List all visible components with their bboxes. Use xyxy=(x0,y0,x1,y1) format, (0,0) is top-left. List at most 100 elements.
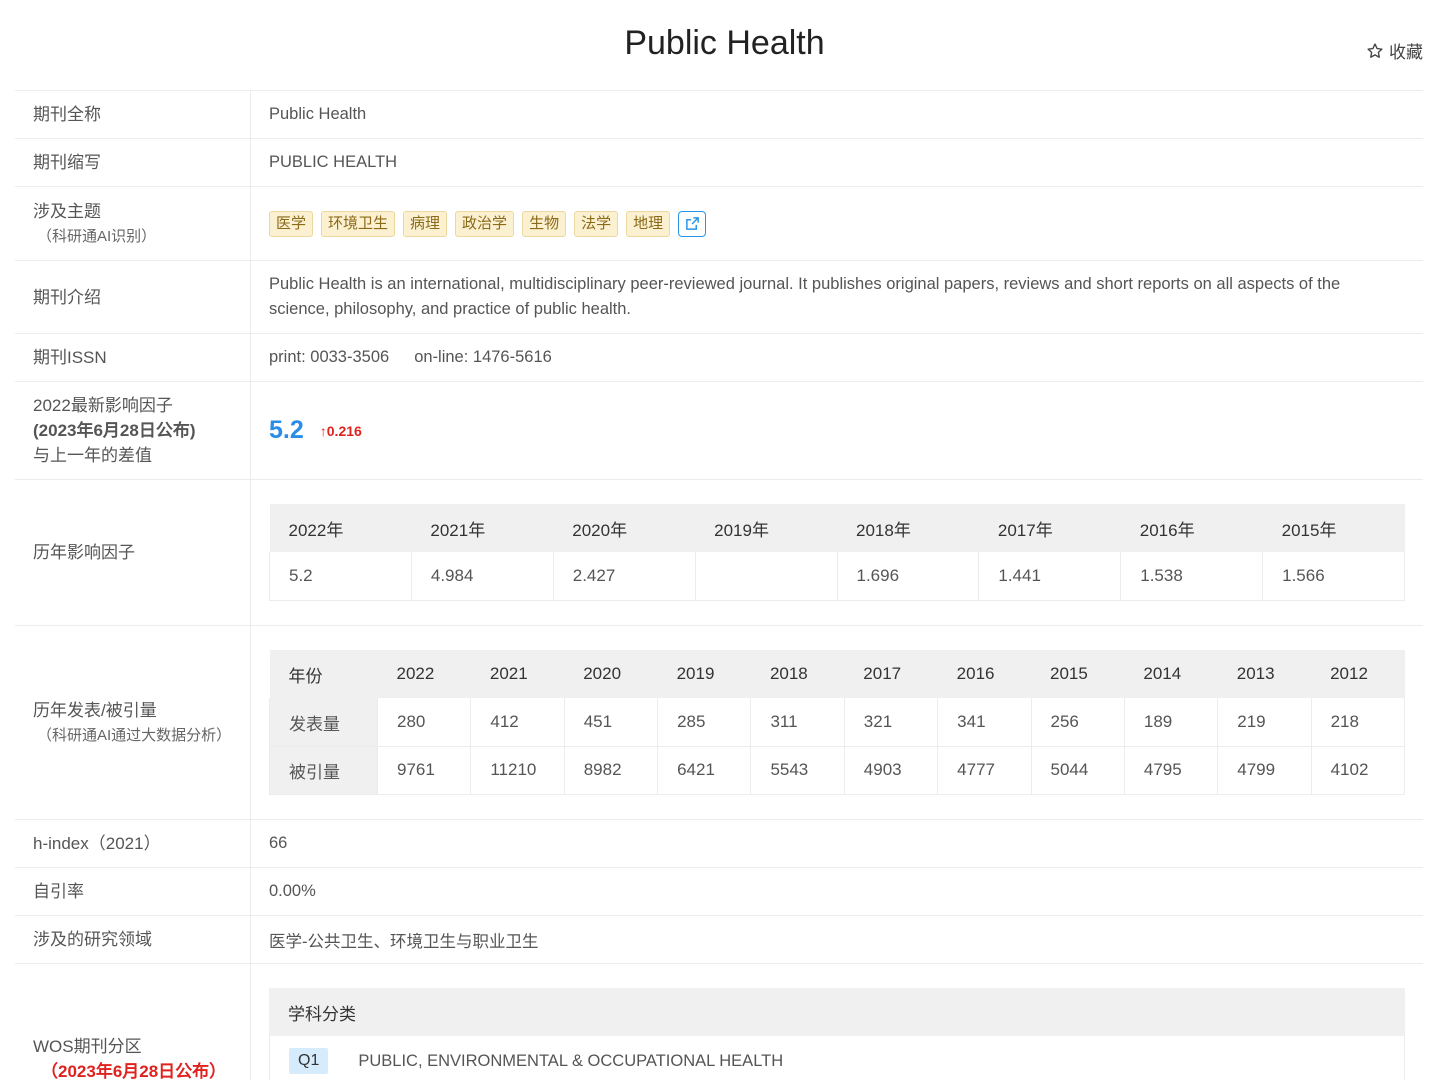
if-year: 2021年 xyxy=(411,504,554,553)
impact-label-diff: 与上一年的差值 xyxy=(33,446,152,465)
hindex-label: h-index（2021） xyxy=(15,820,251,867)
pubs-year: 2020 xyxy=(564,650,658,699)
if-value: 4.984 xyxy=(410,552,554,601)
pubs-label: 历年发表/被引量 xyxy=(33,700,157,720)
history-if-header-row: 2022年 2021年 2020年 2019年 2018年 2017年 2016… xyxy=(269,504,1405,553)
wos-label-cell: WOS期刊分区 （2023年6月28日公布） xyxy=(15,964,251,1080)
row-abbr: 期刊缩写 PUBLIC HEALTH xyxy=(15,139,1423,187)
if-year: 2015年 xyxy=(1262,504,1405,553)
if-year: 2020年 xyxy=(553,504,696,553)
topic-tag[interactable]: 医学 xyxy=(269,210,314,237)
row-impact: 2022最新影响因子 (2023年6月28日公布) 与上一年的差值 5.2 ↑0… xyxy=(15,382,1423,480)
topics-sub-label: （科研通AI识别） xyxy=(37,227,157,245)
row-issn: 期刊ISSN print: 0033-3506 on-line: 1476-56… xyxy=(15,334,1423,382)
pubs-year: 2021 xyxy=(470,650,565,699)
impact-label-cell: 2022最新影响因子 (2023年6月28日公布) 与上一年的差值 xyxy=(15,382,251,479)
pubs-year: 2019 xyxy=(657,650,751,699)
topic-tag[interactable]: 地理 xyxy=(626,210,671,237)
row-wos: WOS期刊分区 （2023年6月28日公布） 学科分类 Q1 PUBLIC, E… xyxy=(15,964,1423,1080)
external-link-button[interactable] xyxy=(678,210,707,237)
published-count: 280 xyxy=(376,698,471,747)
cited-row-header: 被引量 xyxy=(269,746,378,795)
abbr-value: PUBLIC HEALTH xyxy=(269,153,398,171)
cited-count: 4102 xyxy=(1310,746,1406,795)
favorite-button[interactable]: 收藏 xyxy=(1366,38,1423,63)
history-if-cell: 2022年 2021年 2020年 2019年 2018年 2017年 2016… xyxy=(251,480,1423,625)
row-topics: 涉及主题 （科研通AI识别） 医学 环境卫生 病理 政治学 生物 法学 地理 xyxy=(15,187,1423,261)
impact-label-year: 2022最新影响因子 xyxy=(33,396,173,415)
self-cite-label: 自引率 xyxy=(15,868,251,915)
published-count: 311 xyxy=(750,698,845,747)
row-intro: 期刊介绍 Public Health is an international, … xyxy=(15,261,1423,334)
topic-tags: 医学 环境卫生 病理 政治学 生物 法学 地理 xyxy=(269,210,707,237)
topic-tag[interactable]: 病理 xyxy=(403,210,448,237)
fields-label: 涉及的研究领域 xyxy=(15,916,251,963)
topic-tag[interactable]: 生物 xyxy=(522,210,567,237)
pubs-year: 2018 xyxy=(750,650,845,699)
wos-category-row: Q1 PUBLIC, ENVIRONMENTAL & OCCUPATIONAL … xyxy=(269,1036,1405,1080)
cited-count: 4795 xyxy=(1123,746,1218,795)
row-fields: 涉及的研究领域 医学-公共卫生、环境卫生与职业卫生 xyxy=(15,916,1423,964)
wos-table: 学科分类 Q1 PUBLIC, ENVIRONMENTAL & OCCUPATI… xyxy=(269,988,1405,1080)
published-count: 341 xyxy=(937,698,1032,747)
topics-label-cell: 涉及主题 （科研通AI识别） xyxy=(15,187,251,260)
impact-factor-delta: ↑0.216 xyxy=(319,422,362,439)
pubs-cell: 年份 2022 2021 2020 2019 2018 2017 2016 20… xyxy=(251,626,1423,819)
pubs-sub-label: （科研通AI通过大数据分析） xyxy=(37,726,232,744)
cited-count: 5543 xyxy=(750,746,845,795)
published-count: 451 xyxy=(563,698,658,747)
published-count: 321 xyxy=(843,698,938,747)
row-history-if: 历年影响因子 2022年 2021年 2020年 2019年 2018年 201… xyxy=(15,480,1423,626)
fields-value: 医学-公共卫生、环境卫生与职业卫生 xyxy=(269,932,539,951)
pubs-label-cell: 历年发表/被引量 （科研通AI通过大数据分析） xyxy=(15,626,251,819)
issn-online: on-line: 1476-5616 xyxy=(414,348,552,366)
journal-info-table: 期刊全称 Public Health 期刊缩写 PUBLIC HEALTH 涉及… xyxy=(15,90,1423,1080)
pubs-header-row: 年份 2022 2021 2020 2019 2018 2017 2016 20… xyxy=(269,650,1405,699)
pubs-year: 2022 xyxy=(377,650,471,699)
intro-text: Public Health is an international, multi… xyxy=(269,275,1341,318)
cited-count: 9761 xyxy=(376,746,471,795)
abbr-label: 期刊缩写 xyxy=(15,139,251,186)
wos-cell: 学科分类 Q1 PUBLIC, ENVIRONMENTAL & OCCUPATI… xyxy=(251,964,1423,1080)
impact-label-date: (2023年6月28日公布) xyxy=(33,421,196,440)
issn-label: 期刊ISSN xyxy=(15,334,251,381)
wos-category: PUBLIC, ENVIRONMENTAL & OCCUPATIONAL HEA… xyxy=(358,1051,784,1070)
published-count: 219 xyxy=(1217,698,1312,747)
issn-print: print: 0033-3506 xyxy=(269,348,390,366)
pubs-year: 2015 xyxy=(1031,650,1125,699)
published-count: 285 xyxy=(657,698,751,747)
page-header: Public Health 收藏 xyxy=(0,0,1449,90)
self-cite-value: 0.00% xyxy=(269,882,316,900)
if-value: 1.441 xyxy=(978,552,1121,601)
cited-count: 8982 xyxy=(563,746,658,795)
topic-tag[interactable]: 法学 xyxy=(574,210,619,237)
history-if-label: 历年影响因子 xyxy=(15,480,251,625)
published-count: 218 xyxy=(1310,698,1406,747)
if-year: 2016年 xyxy=(1120,504,1263,553)
published-count: 256 xyxy=(1030,698,1125,747)
cited-count: 5044 xyxy=(1030,746,1125,795)
topics-value: 医学 环境卫生 病理 政治学 生物 法学 地理 xyxy=(251,187,1423,260)
cited-count: 4777 xyxy=(937,746,1032,795)
topic-tag[interactable]: 政治学 xyxy=(455,210,515,237)
row-pubs: 历年发表/被引量 （科研通AI通过大数据分析） 年份 2022 2021 202… xyxy=(15,626,1423,820)
full-name-label: 期刊全称 xyxy=(15,91,251,138)
full-name-value: Public Health xyxy=(269,105,367,123)
pubs-year: 2012 xyxy=(1311,650,1405,699)
pubs-year: 2017 xyxy=(844,650,938,699)
wos-date: （2023年6月28日公布） xyxy=(41,1062,227,1080)
pubs-table: 年份 2022 2021 2020 2019 2018 2017 2016 20… xyxy=(269,650,1406,795)
pubs-year: 2016 xyxy=(937,650,1032,699)
wos-label: WOS期刊分区 xyxy=(33,1037,142,1056)
topics-label: 涉及主题 xyxy=(33,201,101,221)
published-count: 189 xyxy=(1123,698,1218,747)
impact-factor-value: 5.2 xyxy=(269,416,304,444)
topic-tag[interactable]: 环境卫生 xyxy=(321,210,396,237)
pubs-cited-row: 被引量 9761 11210 8982 6421 5543 4903 4777 … xyxy=(269,746,1406,795)
row-full-name: 期刊全称 Public Health xyxy=(15,91,1423,139)
published-row-header: 发表量 xyxy=(269,698,378,747)
row-hindex: h-index（2021） 66 xyxy=(15,820,1423,868)
if-value: 1.538 xyxy=(1120,552,1263,601)
issn-value: print: 0033-3506 on-line: 1476-5616 xyxy=(251,334,1423,381)
intro-label: 期刊介绍 xyxy=(15,261,251,333)
